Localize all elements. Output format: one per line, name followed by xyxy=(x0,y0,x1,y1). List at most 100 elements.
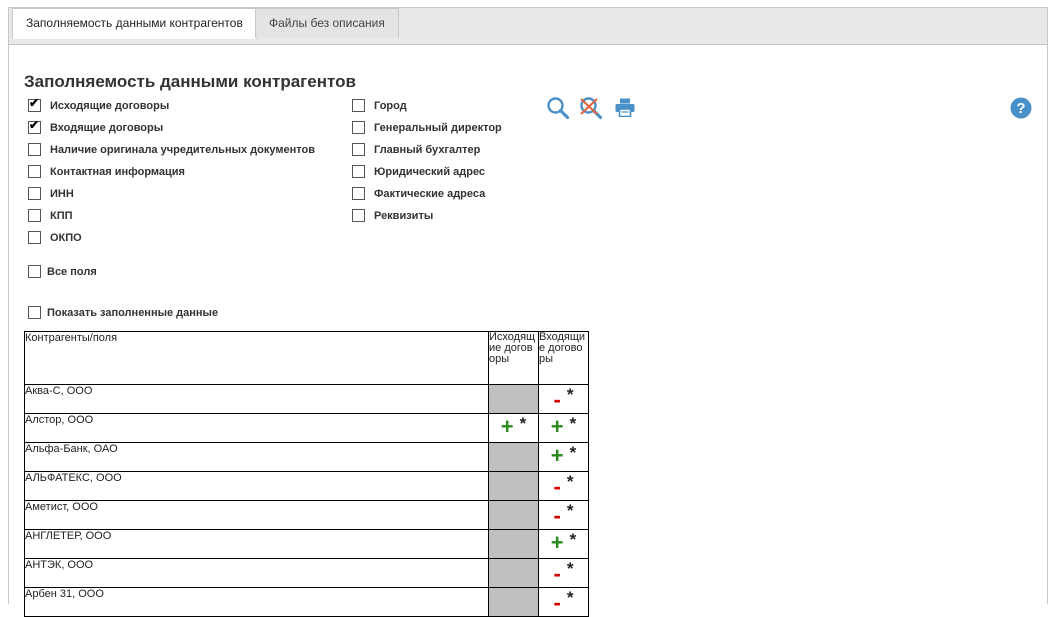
filled-cell: + * xyxy=(538,442,589,472)
tab-counterparty-fill[interactable]: Заполняемость данными контрагентов xyxy=(12,8,257,39)
print-icon[interactable] xyxy=(615,98,635,117)
empty-cell xyxy=(488,500,539,530)
field-label: Входящие договоры xyxy=(50,121,164,134)
asterisk-icon[interactable]: * xyxy=(567,560,574,577)
field-requisites[interactable]: Реквизиты xyxy=(352,209,433,222)
checkbox[interactable] xyxy=(352,165,365,178)
asterisk-icon[interactable]: * xyxy=(520,415,527,432)
field-label: Показать заполненные данные xyxy=(47,306,219,319)
checkbox[interactable] xyxy=(352,99,365,112)
cell-mark: - * xyxy=(554,386,574,411)
clear-search-icon[interactable] xyxy=(579,96,604,120)
page-title: Заполняемость данными контрагентов xyxy=(24,72,356,91)
search-icon[interactable] xyxy=(546,96,570,120)
svg-text:?: ? xyxy=(1016,100,1025,117)
empty-cell xyxy=(488,471,539,501)
field-label: Главный бухгалтер xyxy=(374,143,481,156)
empty-cell xyxy=(488,558,539,588)
empty-cell xyxy=(488,587,539,617)
field-label: Все поля xyxy=(47,265,97,278)
asterisk-icon[interactable]: * xyxy=(570,531,577,548)
field-incoming-contracts[interactable]: Входящие договоры xyxy=(28,118,164,134)
counterparty-fill-table: Контрагенты/поля Исходящие договоры Вход… xyxy=(24,331,589,617)
counterparty-name: Альфа-Банк, ОАО xyxy=(24,442,489,472)
cell-mark: - * xyxy=(554,502,574,527)
minus-icon: - xyxy=(553,474,561,499)
checkbox[interactable] xyxy=(352,187,365,200)
field-general-director[interactable]: Генеральный директор xyxy=(352,121,502,134)
plus-icon: + xyxy=(550,530,564,555)
plus-icon: + xyxy=(500,414,514,439)
field-label: ИНН xyxy=(50,187,74,200)
field-legal-address[interactable]: Юридический адрес xyxy=(352,165,485,178)
empty-cell xyxy=(488,384,539,414)
all-fields-option[interactable]: Все поля xyxy=(28,265,97,278)
unfilled-cell: - * xyxy=(538,558,589,588)
checkbox[interactable] xyxy=(28,306,41,319)
filled-cell: + * xyxy=(538,529,589,559)
field-okpo[interactable]: ОКПО xyxy=(28,231,82,244)
field-city[interactable]: Город xyxy=(352,99,407,112)
field-chief-accountant[interactable]: Главный бухгалтер xyxy=(352,143,480,156)
filled-cell: + * xyxy=(488,413,539,443)
column-header-incoming-contracts: Входящие договоры xyxy=(538,331,589,385)
counterparty-name: Аметист, ООО xyxy=(24,500,489,530)
table-row: Алстор, ООО + * + * xyxy=(24,413,589,443)
field-label: Город xyxy=(374,99,407,112)
tab-files-without-description[interactable]: Файлы без описания xyxy=(255,8,399,38)
empty-cell xyxy=(488,442,539,472)
unfilled-cell: - * xyxy=(538,500,589,530)
cell-mark: + * xyxy=(550,443,577,468)
field-actual-addresses[interactable]: Фактические адреса xyxy=(352,187,485,200)
asterisk-icon[interactable]: * xyxy=(567,589,574,606)
plus-icon: + xyxy=(550,414,564,439)
cell-mark: - * xyxy=(553,560,574,586)
help-icon[interactable]: ? xyxy=(1010,97,1032,119)
field-label: Контактная информация xyxy=(50,165,185,178)
table-header-row: Контрагенты/поля Исходящие договоры Вход… xyxy=(24,331,589,385)
minus-icon: - xyxy=(553,590,561,615)
cell-mark: - * xyxy=(553,589,574,615)
field-label: Реквизиты xyxy=(374,209,434,222)
show-filled-option[interactable]: Показать заполненные данные xyxy=(28,306,218,319)
unfilled-cell: - * xyxy=(538,587,589,617)
field-contact-info[interactable]: Контактная информация xyxy=(28,165,185,178)
checkbox[interactable] xyxy=(28,209,41,222)
field-kpp[interactable]: КПП xyxy=(28,209,73,222)
asterisk-icon[interactable]: * xyxy=(567,502,574,519)
field-label: Фактические адреса xyxy=(374,187,486,200)
checkbox[interactable] xyxy=(28,143,41,156)
checkbox[interactable] xyxy=(352,121,365,134)
table-row: АНТЭК, ООО - * xyxy=(24,558,589,588)
table-row: Арбен 31, ООО - * xyxy=(24,587,589,617)
asterisk-icon[interactable]: * xyxy=(567,386,574,403)
cell-mark: - * xyxy=(553,473,574,499)
asterisk-icon[interactable]: * xyxy=(570,444,577,461)
plus-icon: + xyxy=(550,443,564,468)
counterparty-name: Алстор, ООО xyxy=(24,413,489,443)
checkbox[interactable] xyxy=(28,118,41,134)
field-outgoing-contracts[interactable]: Исходящие договоры xyxy=(28,96,169,112)
field-inn[interactable]: ИНН xyxy=(28,187,74,200)
field-label: ОКПО xyxy=(50,231,82,244)
checkbox[interactable] xyxy=(352,143,365,156)
checkbox[interactable] xyxy=(352,209,365,222)
column-header-outgoing-contracts: Исходящие договоры xyxy=(488,331,539,385)
field-label: Юридический адрес xyxy=(374,165,486,178)
checkbox[interactable] xyxy=(28,265,41,278)
checkbox[interactable] xyxy=(28,187,41,200)
checkbox[interactable] xyxy=(28,231,41,244)
counterparty-name: АНТЭК, ООО xyxy=(24,558,489,588)
minus-icon: - xyxy=(553,561,561,586)
asterisk-icon[interactable]: * xyxy=(567,473,574,490)
checkbox[interactable] xyxy=(28,96,41,112)
table-row: Альфа-Банк, ОАО + * xyxy=(24,442,589,472)
cell-mark: + * xyxy=(550,530,577,555)
field-label: КПП xyxy=(50,209,73,222)
asterisk-icon[interactable]: * xyxy=(570,415,577,432)
filled-cell: + * xyxy=(538,413,589,443)
checkbox[interactable] xyxy=(28,165,41,178)
table-row: АНГЛЕТЕР, ООО + * xyxy=(24,529,589,559)
field-original-docs[interactable]: Наличие оригинала учредительных документ… xyxy=(28,143,315,156)
cell-mark: + * xyxy=(500,414,527,439)
